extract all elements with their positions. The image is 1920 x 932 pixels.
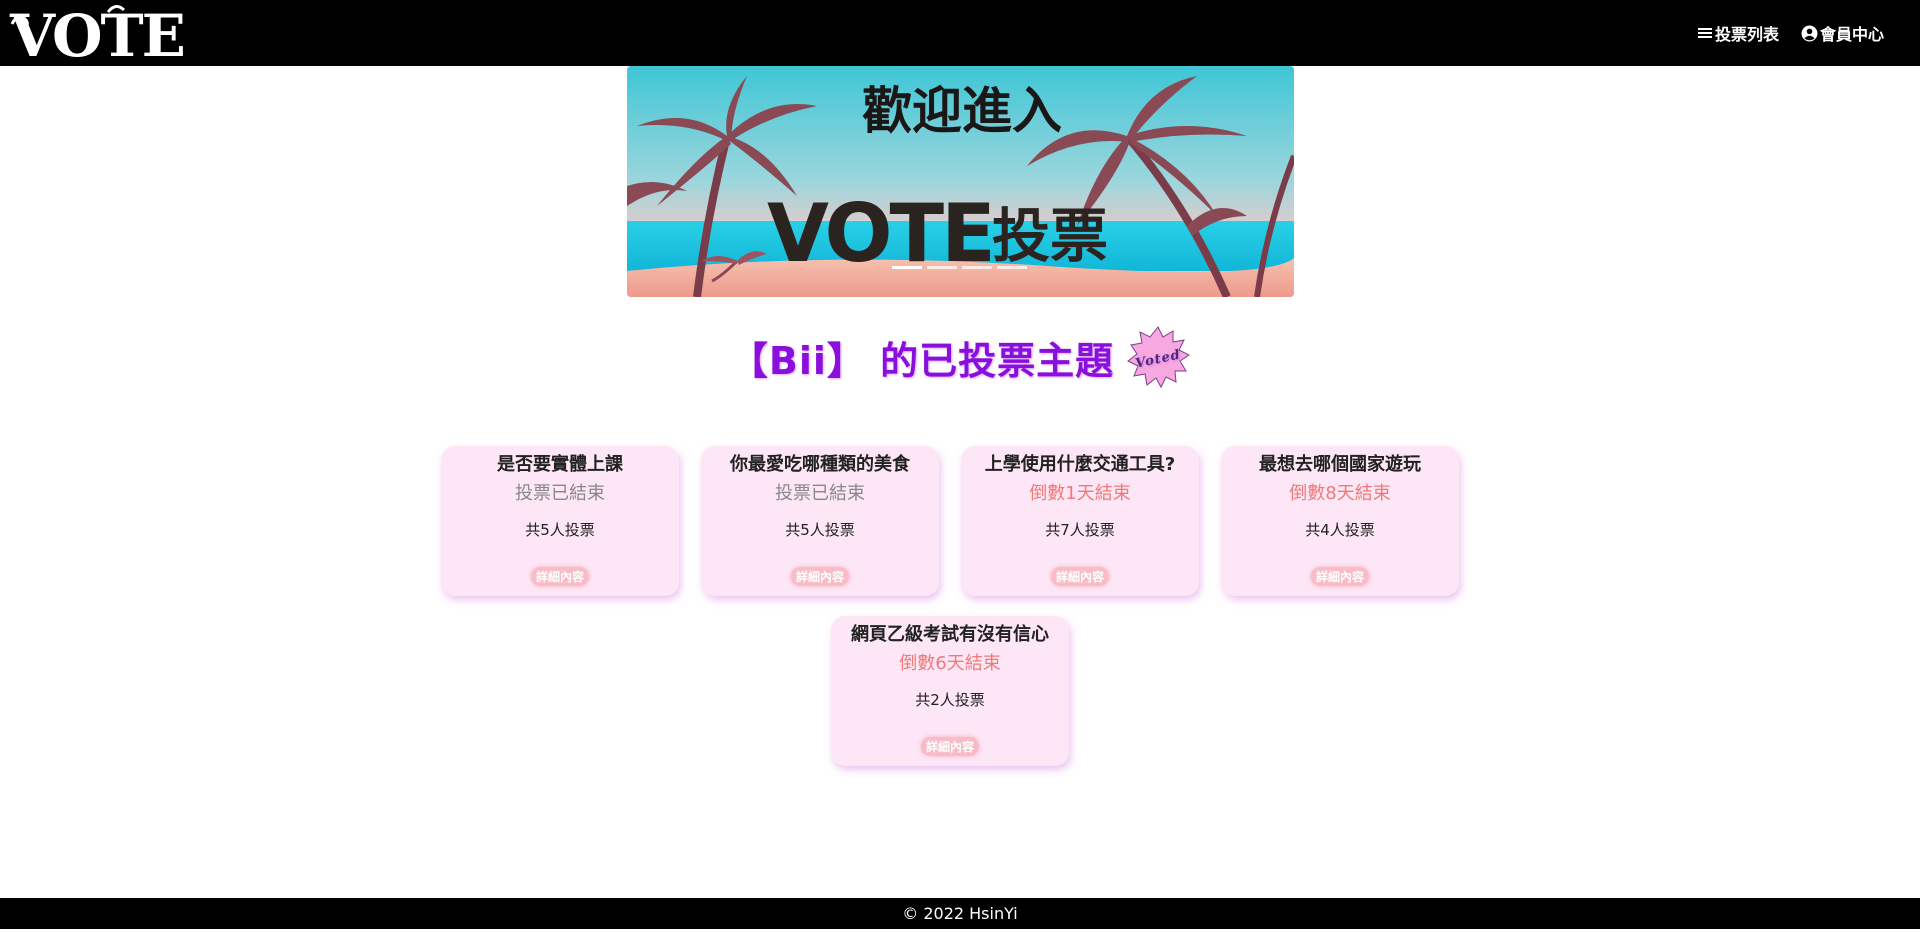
details-button[interactable]: 詳細內容 [530,567,590,586]
poll-card: 最想去哪個國家遊玩 倒數8天結束 共4人投票 詳細內容 [1221,446,1459,596]
banner-image: 歡迎進入 VOTE 投票 [627,66,1294,297]
poll-vote-count: 共4人投票 [1305,521,1375,539]
poll-title: 是否要實體上課 [497,454,623,475]
nav-poll-list-label: 投票列表 [1714,25,1779,44]
banner-line2-en: VOTE [767,187,993,280]
poll-status: 投票已結束 [515,483,605,504]
poll-vote-count: 共2人投票 [915,691,985,709]
nav-poll-list[interactable]: 投票列表 [1697,21,1779,45]
details-button[interactable]: 詳細內容 [920,737,980,756]
vote-logo[interactable]: VOTE [8,2,214,62]
poll-status: 倒數6天結束 [899,653,1001,674]
menu-icon [1697,28,1712,38]
poll-title: 上學使用什麼交通工具? [984,454,1176,475]
welcome-banner: 歡迎進入 VOTE 投票 [627,66,1294,297]
details-button[interactable]: 詳細內容 [1050,567,1110,586]
banner-line1: 歡迎進入 [862,82,1062,140]
poll-vote-count: 共5人投票 [525,521,595,539]
nav-member-center[interactable]: 會員中心 [1801,21,1884,45]
user-circle-icon [1801,25,1818,41]
poll-status: 倒數1天結束 [1029,483,1131,504]
details-button[interactable]: 詳細內容 [790,567,850,586]
poll-card: 上學使用什麼交通工具? 倒數1天結束 共7人投票 詳細內容 [961,446,1199,596]
poll-vote-count: 共7人投票 [1045,521,1115,539]
voted-badge-icon: Voted [1127,326,1191,389]
poll-title: 你最愛吃哪種類的美食 [730,454,910,475]
poll-card: 是否要實體上課 投票已結束 共5人投票 詳細內容 [441,446,679,596]
copyright-text: © 2022 HsinYi [902,904,1018,923]
poll-title: 最想去哪個國家遊玩 [1259,454,1421,475]
poll-vote-count: 共5人投票 [785,521,855,539]
banner-line2-zh: 投票 [992,202,1108,270]
logo-text: VOTE [9,2,184,62]
poll-card: 網頁乙級考試有沒有信心 倒數6天結束 共2人投票 詳細內容 [831,616,1069,766]
details-button[interactable]: 詳細內容 [1310,567,1370,586]
page-title: 【Bii】 的已投票主題 [729,338,1115,383]
poll-card: 你最愛吃哪種類的美食 投票已結束 共5人投票 詳細內容 [701,446,939,596]
poll-title: 網頁乙級考試有沒有信心 [851,624,1049,645]
poll-status: 投票已結束 [775,483,865,504]
top-navbar: VOTE 投票列表 會員中心 [0,0,1920,66]
footer: © 2022 HsinYi [0,898,1920,929]
nav-member-center-label: 會員中心 [1819,25,1884,44]
poll-status: 倒數8天結束 [1289,483,1391,504]
voted-topics-heading: 【Bii】 的已投票主題 Voted [0,326,1920,389]
main-nav: 投票列表 會員中心 [1697,0,1884,66]
